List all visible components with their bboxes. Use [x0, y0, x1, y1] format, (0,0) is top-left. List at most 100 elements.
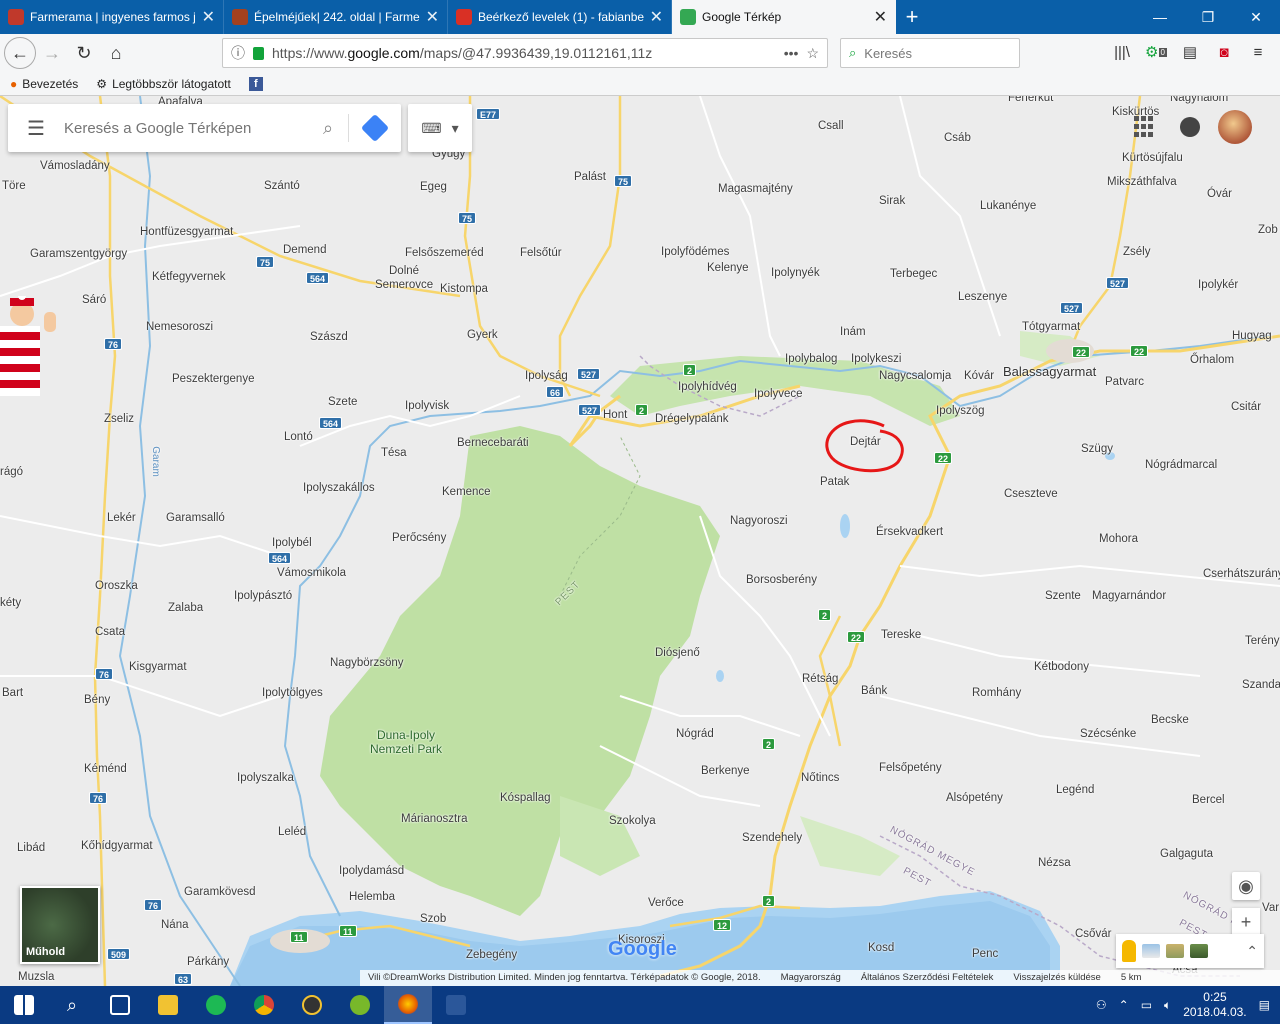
place-label[interactable]: Óvár — [1207, 188, 1232, 200]
place-label[interactable]: Becske — [1151, 714, 1189, 726]
place-label[interactable]: Lontó — [284, 431, 313, 443]
place-label[interactable]: Nemesoroszi — [146, 321, 213, 333]
satellite-toggle-button[interactable]: Műhold — [20, 886, 100, 964]
imagery-thumb-icon[interactable] — [1142, 944, 1160, 958]
place-label[interactable]: Ipolynyék — [771, 267, 820, 279]
home-button[interactable]: ⌂ — [100, 37, 132, 69]
place-label[interactable]: Zebegény — [466, 949, 517, 961]
place-label[interactable]: Szécsénke — [1080, 728, 1136, 740]
place-label[interactable]: Felsőtúr — [520, 247, 562, 259]
place-label[interactable]: Ipolyhídvég — [678, 381, 737, 393]
place-label[interactable]: Ipolykeszi — [851, 353, 902, 365]
place-label[interactable]: Nógrád — [676, 728, 714, 740]
place-label[interactable]: Tótgyarmat — [1022, 321, 1080, 333]
place-label[interactable]: Szanda — [1242, 679, 1280, 691]
maps-search-input[interactable] — [64, 119, 308, 137]
place-label[interactable]: Nagybörzsöny — [330, 657, 404, 669]
place-label[interactable]: Csáb — [944, 132, 971, 144]
place-label[interactable]: Cserháts­zurány — [1203, 568, 1280, 580]
place-label[interactable]: Helemba — [349, 891, 395, 903]
place-label[interactable]: Kétbodony — [1034, 661, 1089, 673]
place-label[interactable]: Kistompa — [440, 283, 488, 295]
place-label[interactable]: Egeg — [420, 181, 447, 193]
place-label[interactable]: Kürtösújfalu — [1122, 152, 1183, 164]
volume-icon[interactable]: 🔈︎ — [1164, 998, 1171, 1013]
place-label[interactable]: Leszenye — [958, 291, 1007, 303]
place-label[interactable]: Töre — [2, 180, 26, 192]
place-label[interactable]: Kosd — [868, 942, 894, 954]
place-label[interactable]: Ipolyszakállos — [303, 482, 375, 494]
page-actions-icon[interactable]: ••• — [784, 45, 799, 61]
place-label[interactable]: Magyarnándor — [1092, 590, 1166, 602]
place-label[interactable]: Tésa — [381, 447, 407, 459]
place-label[interactable]: Borsosberény — [746, 574, 817, 586]
place-label[interactable]: Zob — [1258, 224, 1278, 236]
place-label[interactable]: Érsekvadkert — [876, 526, 943, 538]
bookmark-most-visited[interactable]: ⚙ Legtöbbször látogatott — [96, 77, 231, 91]
close-tab-icon[interactable]: ✕ — [650, 7, 663, 27]
file-explorer-button[interactable] — [144, 986, 192, 1024]
utorrent-button[interactable] — [336, 986, 384, 1024]
place-label[interactable]: Garamsalló — [166, 512, 225, 524]
place-label[interactable]: Szente — [1045, 590, 1081, 602]
place-label[interactable]: rágó — [0, 466, 23, 478]
chevron-up-icon[interactable]: ⌃ — [1119, 998, 1129, 1012]
place-label[interactable]: Perőcsény — [392, 532, 446, 544]
place-label[interactable]: Szügy — [1081, 443, 1113, 455]
place-label[interactable]: Gyerk — [467, 329, 498, 341]
my-location-icon[interactable]: ◉ — [1232, 872, 1260, 900]
browser-tab-0[interactable]: Farmerama | ingyenes farmos j ✕ — [0, 0, 224, 34]
place-label[interactable]: Dejtár — [850, 436, 881, 448]
place-label[interactable]: Tereske — [881, 629, 921, 641]
place-label[interactable]: Ipolyfödémes — [661, 246, 729, 258]
place-label[interactable]: Mohora — [1099, 533, 1138, 545]
terms-link[interactable]: Általános Szerződési Feltételek — [861, 972, 994, 984]
place-label[interactable]: Nézsa — [1038, 857, 1071, 869]
spotify-button[interactable] — [192, 986, 240, 1024]
task-view-button[interactable] — [96, 986, 144, 1024]
place-label[interactable]: Csitár — [1231, 401, 1261, 413]
notifications-bell-icon[interactable] — [1180, 117, 1200, 137]
browser-tab-3[interactable]: Google Térkép ✕ — [672, 0, 896, 34]
place-label[interactable]: Márianosztra — [401, 813, 467, 825]
browser-tab-1[interactable]: Épelméjűek| 242. oldal | Farmer ✕ — [224, 0, 448, 34]
place-label[interactable]: Bánk — [861, 685, 887, 697]
place-label[interactable]: Zalaba — [168, 602, 203, 614]
place-label[interactable]: Ipolytölgyes — [262, 687, 323, 699]
place-label[interactable]: Párkány — [187, 956, 229, 968]
forward-button[interactable]: → — [36, 37, 68, 69]
place-label[interactable]: Var — [1262, 902, 1279, 914]
place-label[interactable]: Hont — [603, 409, 627, 421]
apps-grid-icon[interactable] — [1134, 116, 1156, 138]
place-label[interactable]: Nagycsalomja — [879, 370, 951, 382]
place-label[interactable]: Nána — [161, 919, 189, 931]
chevron-up-icon[interactable]: ⌃ — [1246, 943, 1258, 960]
place-label[interactable]: Lekér — [107, 512, 136, 524]
place-label[interactable]: Ipolyság — [525, 370, 568, 382]
place-label[interactable]: Mikszáthfalva — [1107, 176, 1177, 188]
place-label[interactable]: Bernecebaráti — [457, 437, 529, 449]
new-tab-button[interactable]: + — [896, 0, 928, 34]
close-tab-icon[interactable]: ✕ — [202, 7, 215, 27]
zoom-in-button[interactable]: + — [1232, 908, 1260, 936]
place-label[interactable]: Garamszentgyörgy — [30, 248, 127, 260]
place-label[interactable]: Hugyag — [1232, 330, 1272, 342]
map-canvas[interactable]: Apafalva Fenerkut Nagyhalom Kiskürtös Csall C… — [0, 96, 1280, 986]
hamburger-menu-icon[interactable]: ☰ — [8, 116, 64, 141]
menu-icon[interactable]: ≡ — [1244, 38, 1272, 66]
pegman-icon[interactable] — [1122, 940, 1136, 962]
place-label[interactable]: Demend — [283, 244, 326, 256]
network-icon[interactable]: ▭ — [1141, 998, 1152, 1012]
place-label[interactable]: Dolné — [389, 265, 419, 277]
place-label[interactable]: Csall — [818, 120, 844, 132]
place-label[interactable]: Libád — [17, 842, 45, 854]
browser-search-input[interactable]: ⌕ Keresés — [840, 38, 1020, 68]
place-label[interactable]: Muzsla — [18, 971, 54, 983]
input-tools-button[interactable]: ⌨ ▾ — [408, 104, 472, 152]
place-label[interactable]: Szokolya — [609, 815, 656, 827]
close-tab-icon[interactable]: ✕ — [426, 7, 439, 27]
place-label[interactable]: Legénd — [1056, 784, 1094, 796]
place-label[interactable]: Penc — [972, 948, 998, 960]
place-label[interactable]: Vámosladány — [40, 160, 110, 172]
place-label[interactable]: Őrhalom — [1190, 354, 1234, 366]
